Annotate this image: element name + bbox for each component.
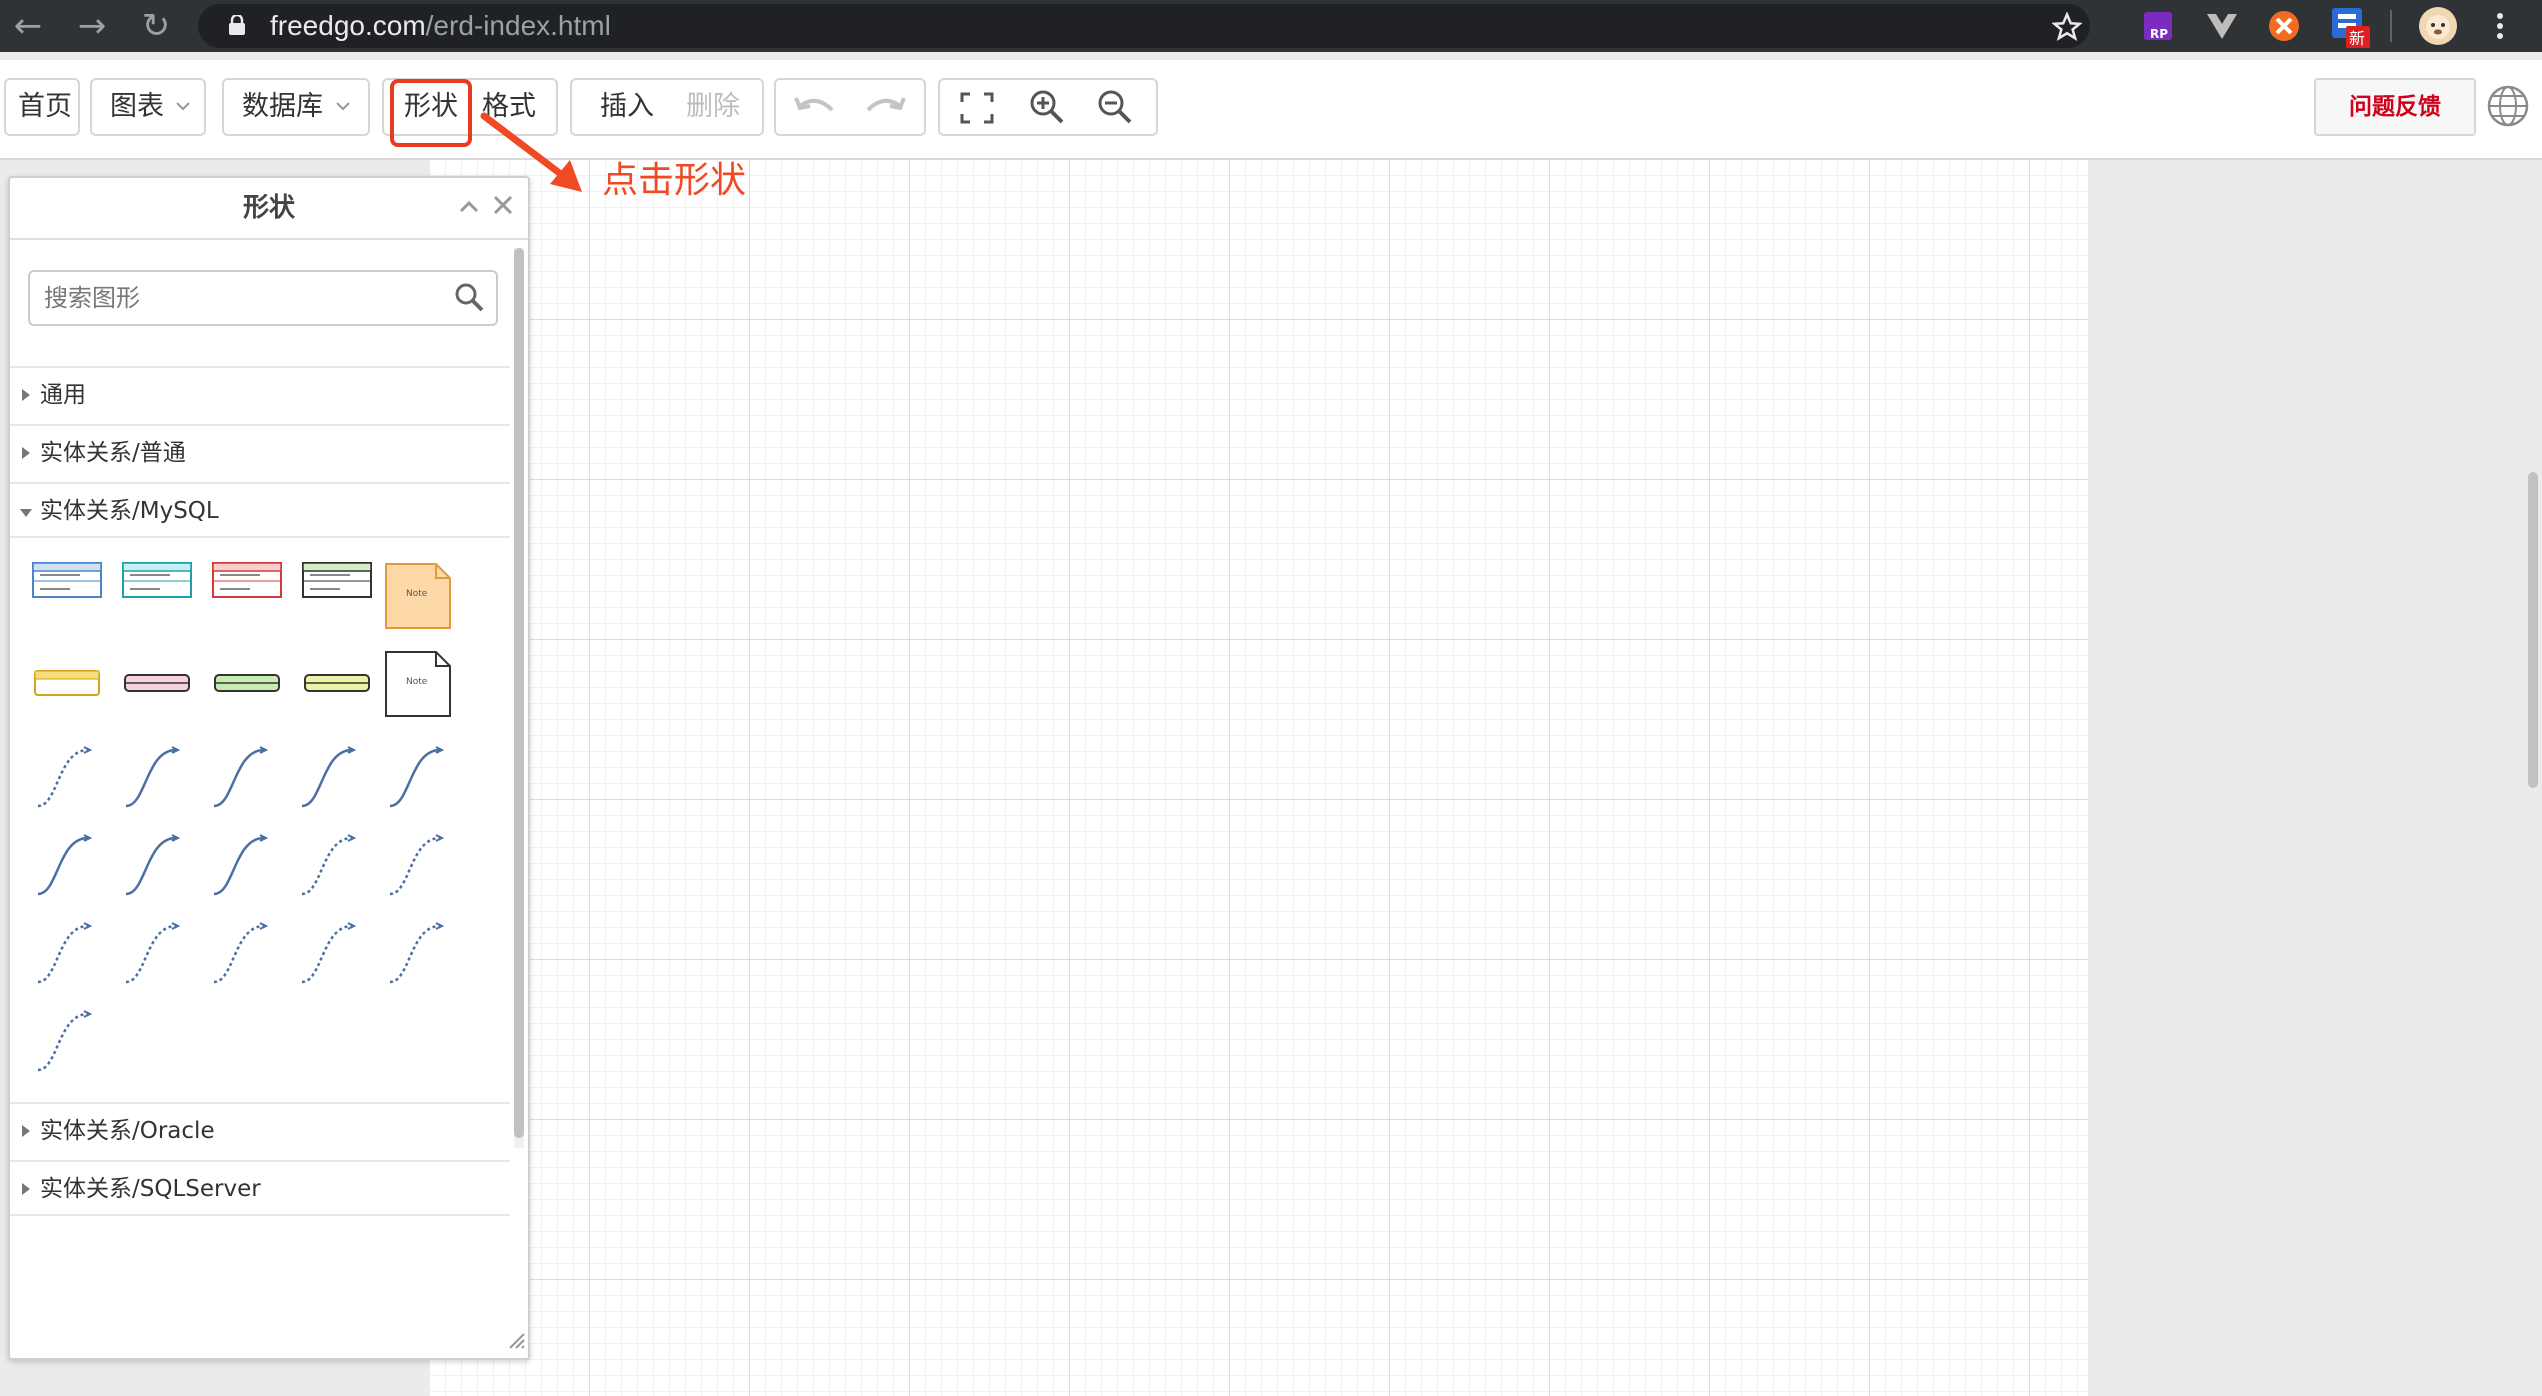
panel-scrollbar-thumb[interactable] xyxy=(514,248,524,1138)
new-badge-extension-icon[interactable]: 新 xyxy=(2330,4,2372,48)
chart-label: 图表 xyxy=(110,91,164,122)
rp-extension-icon[interactable]: RP xyxy=(2140,8,2176,44)
shape-search-input[interactable] xyxy=(28,270,498,326)
section-er-mysql[interactable]: 实体关系/MySQL xyxy=(10,482,510,538)
diagram-canvas[interactable] xyxy=(430,160,2088,1396)
undo-icon[interactable] xyxy=(794,92,838,122)
home-button[interactable]: 首页 xyxy=(4,78,80,136)
section-label: 实体关系/普通 xyxy=(40,440,186,466)
mysql-table-dark-shape[interactable] xyxy=(302,562,372,598)
note-white-shape[interactable]: Note xyxy=(384,650,452,718)
caret-right-icon xyxy=(22,447,30,459)
connector-shape[interactable] xyxy=(298,746,358,810)
rp-badge: RP xyxy=(2150,27,2168,41)
panel-header[interactable]: 形状 xyxy=(10,178,528,240)
database-label: 数据库 xyxy=(242,91,323,122)
delete-button[interactable]: 删除 xyxy=(686,80,740,134)
url-path: /erd-index.html xyxy=(425,10,611,41)
browser-menu-icon[interactable] xyxy=(2490,8,2510,44)
insert-delete-group: 插入 删除 xyxy=(570,78,764,136)
caret-right-icon xyxy=(22,1125,30,1137)
connector-shape[interactable] xyxy=(298,834,358,898)
toolbar-divider xyxy=(2390,10,2392,42)
chevron-down-icon xyxy=(176,102,190,111)
chevron-up-icon[interactable] xyxy=(458,196,480,218)
database-menu-button[interactable]: 数据库 xyxy=(222,78,370,136)
mysql-trigger-shape[interactable] xyxy=(124,674,190,692)
connector-shape[interactable] xyxy=(34,834,94,898)
undo-redo-group xyxy=(774,78,926,136)
section-label: 实体关系/SQLServer xyxy=(40,1176,261,1202)
section-label: 通用 xyxy=(40,382,86,408)
avatar[interactable] xyxy=(2418,6,2458,46)
connector-shape[interactable] xyxy=(34,1010,94,1074)
shape-button[interactable]: 形状 xyxy=(404,80,458,134)
lock-icon xyxy=(229,15,245,35)
note-label: Note xyxy=(406,589,428,599)
mysql-table-teal-shape[interactable] xyxy=(122,562,192,598)
mysql-view-shape[interactable] xyxy=(34,670,100,696)
url-text: freedgo.com/erd-index.html xyxy=(270,4,611,48)
fullscreen-icon[interactable] xyxy=(960,92,994,124)
redo-icon[interactable] xyxy=(862,92,906,122)
orange-extension-icon[interactable] xyxy=(2266,8,2302,44)
connector-shape[interactable] xyxy=(386,746,446,810)
chevron-down-icon xyxy=(336,102,350,111)
back-icon[interactable]: ← xyxy=(8,6,48,46)
section-er-sqlserver[interactable]: 实体关系/SQLServer xyxy=(10,1160,510,1216)
caret-right-icon xyxy=(22,1183,30,1195)
globe-icon[interactable] xyxy=(2486,84,2530,128)
mysql-function-shape[interactable] xyxy=(304,674,370,692)
note-label: Note xyxy=(406,677,428,687)
reload-icon[interactable]: ↻ xyxy=(136,6,176,46)
search-icon[interactable] xyxy=(454,282,484,312)
insert-button[interactable]: 插入 xyxy=(600,80,654,134)
annotation-text: 点击形状 xyxy=(602,160,747,201)
mysql-table-red-shape[interactable] xyxy=(212,562,282,598)
mysql-procedure-shape[interactable] xyxy=(214,674,280,692)
page-scrollbar[interactable] xyxy=(2528,472,2538,788)
vue-devtools-icon[interactable] xyxy=(2204,8,2240,44)
url-host: freedgo.com xyxy=(270,10,426,41)
connector-shape[interactable] xyxy=(122,922,182,986)
feedback-button[interactable]: 问题反馈 xyxy=(2314,78,2476,136)
connector-shape[interactable] xyxy=(210,834,270,898)
connector-shape[interactable] xyxy=(34,746,94,810)
app-toolbar: 首页 图表 数据库 形状 格式 插入 删除 xyxy=(0,60,2542,160)
resize-grip-icon[interactable] xyxy=(504,1328,526,1350)
view-group xyxy=(938,78,1158,136)
section-label: 实体关系/Oracle xyxy=(40,1118,215,1144)
shapes-panel: 形状 通用 实体关系/普通 实体关系/MySQL xyxy=(8,176,530,1360)
section-general[interactable]: 通用 xyxy=(10,366,510,422)
note-orange-shape[interactable]: Note xyxy=(384,562,452,630)
connector-shape[interactable] xyxy=(122,746,182,810)
mysql-table-blue-shape[interactable] xyxy=(32,562,102,598)
section-label: 实体关系/MySQL xyxy=(40,498,219,524)
section-er-oracle[interactable]: 实体关系/Oracle xyxy=(10,1102,510,1158)
forward-icon[interactable]: → xyxy=(72,6,112,46)
connector-shape[interactable] xyxy=(122,834,182,898)
star-icon[interactable] xyxy=(2052,12,2082,42)
connector-shape[interactable] xyxy=(298,922,358,986)
connector-shape[interactable] xyxy=(386,922,446,986)
connector-shape[interactable] xyxy=(210,746,270,810)
browser-chrome: ← → ↻ freedgo.com/erd-index.html RP 新 xyxy=(0,0,2542,52)
zoom-out-icon[interactable] xyxy=(1096,88,1134,126)
connector-shape[interactable] xyxy=(210,922,270,986)
close-icon[interactable] xyxy=(492,194,514,216)
connector-shape[interactable] xyxy=(34,922,94,986)
caret-right-icon xyxy=(22,389,30,401)
connector-shape[interactable] xyxy=(386,834,446,898)
address-bar[interactable]: freedgo.com/erd-index.html xyxy=(198,4,2090,48)
caret-down-icon xyxy=(20,509,32,517)
home-label: 首页 xyxy=(18,91,72,122)
panel-title: 形状 xyxy=(242,193,295,223)
zoom-in-icon[interactable] xyxy=(1028,88,1066,126)
ext-new-badge: 新 xyxy=(2349,29,2365,48)
chart-menu-button[interactable]: 图表 xyxy=(90,78,206,136)
section-er-basic[interactable]: 实体关系/普通 xyxy=(10,424,510,480)
